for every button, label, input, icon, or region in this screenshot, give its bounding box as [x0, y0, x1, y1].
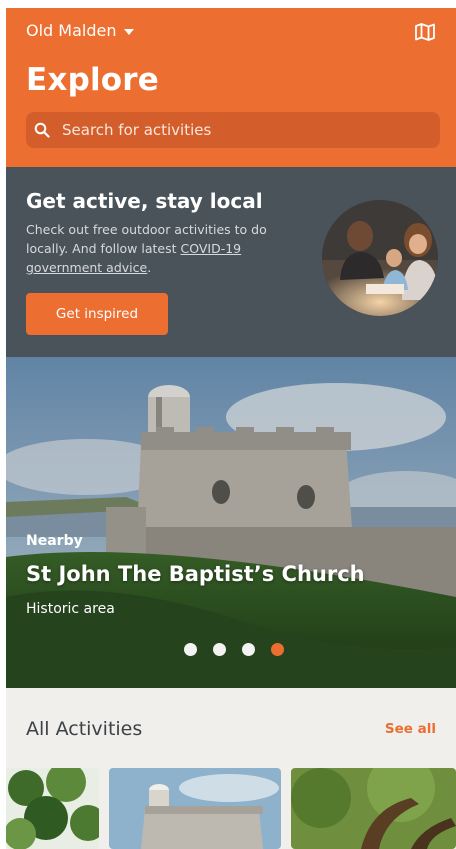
featured-title[interactable]: St John The Baptist’s Church [26, 562, 365, 586]
see-all-link[interactable]: See all [385, 721, 436, 737]
carousel-dot[interactable] [242, 643, 255, 656]
carousel-dot-active[interactable] [271, 643, 284, 656]
app-screen: Old Malden Explore Get active, stay loca… [6, 8, 456, 849]
explore-header: Old Malden Explore [6, 8, 456, 167]
activity-image [6, 768, 99, 849]
activity-image [291, 768, 456, 849]
get-inspired-button[interactable]: Get inspired [26, 293, 168, 335]
section-title: All Activities [26, 718, 143, 740]
location-selector[interactable]: Old Malden [26, 21, 135, 40]
promo-title: Get active, stay local [26, 189, 263, 213]
promo-banner: Get active, stay local Check out free ou… [6, 167, 456, 357]
chevron-down-icon [124, 28, 135, 35]
activity-image [109, 768, 281, 849]
promo-body-end: . [147, 260, 152, 275]
nearby-tag: Nearby [26, 533, 83, 549]
carousel-dot[interactable] [184, 643, 197, 656]
activities-header: All Activities See all [6, 688, 456, 768]
activity-card[interactable] [6, 768, 99, 849]
search-input[interactable] [62, 112, 422, 148]
carousel-dots [184, 643, 284, 656]
location-label: Old Malden [26, 21, 117, 40]
activity-card[interactable] [291, 768, 456, 849]
family-photo [322, 200, 438, 316]
search-bar[interactable] [26, 112, 440, 148]
page-title: Explore [26, 62, 159, 98]
carousel-dot[interactable] [213, 643, 226, 656]
search-icon [34, 122, 50, 138]
activity-card[interactable] [109, 768, 281, 849]
map-icon[interactable] [414, 22, 436, 42]
castle-photo [6, 357, 456, 688]
featured-subtitle: Historic area [26, 601, 115, 617]
promo-text: Check out free outdoor activities to do … [26, 220, 312, 277]
featured-carousel[interactable]: Nearby St John The Baptist’s Church Hist… [6, 357, 456, 688]
activity-cards [6, 768, 456, 849]
